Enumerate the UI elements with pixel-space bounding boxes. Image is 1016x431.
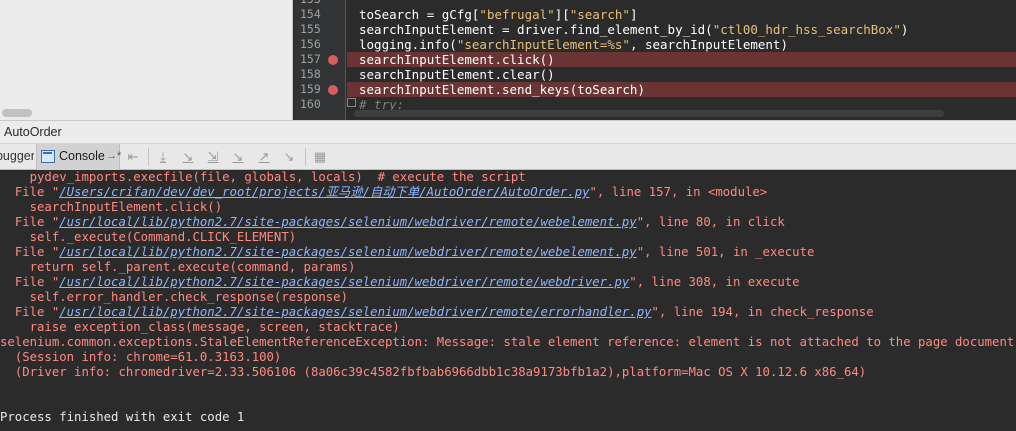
step-into-icon[interactable]: ↘: [179, 148, 197, 166]
process-exit-message: Process finished with exit code 1: [0, 410, 245, 424]
code-line: toSearch = gCfg["befrugal"]["search"]: [359, 7, 638, 22]
step-over-icon[interactable]: ⤓: [154, 148, 172, 166]
console-line: self._execute(Command.CLICK_ELEMENT): [29, 230, 297, 244]
code-line-breakpoint: searchInputElement.click(): [347, 52, 1016, 67]
code-line-breakpoint: searchInputElement.send_keys(toSearch): [347, 82, 1016, 97]
project-panel: [0, 0, 293, 120]
step-out-icon[interactable]: ↗: [255, 148, 273, 166]
line-number: 155: [300, 22, 321, 36]
fold-icon[interactable]: [347, 98, 356, 107]
toolbar-divider: [305, 148, 306, 166]
line-number: 153: [294, 0, 346, 7]
console-line-file: File "/usr/local/lib/python2.7/site-pack…: [14, 275, 800, 289]
code-line: searchInputElement.clear(): [359, 67, 555, 82]
code-area[interactable]: toSearch = gCfg["befrugal"]["search"] se…: [347, 0, 1016, 120]
file-link[interactable]: /usr/local/lib/python2.7/site-packages/s…: [59, 275, 629, 289]
editor-gutter[interactable]: 153 154 155 156 157 158 159 160: [294, 0, 346, 120]
line-number: 159: [294, 82, 346, 97]
force-step-into-icon[interactable]: ↘: [229, 148, 247, 166]
line-number: 160: [300, 97, 321, 111]
console-line: searchInputElement.click(): [29, 200, 223, 214]
console-icon: [41, 150, 55, 163]
code-editor[interactable]: 153 154 155 156 157 158 159 160 toSearch…: [294, 0, 1016, 120]
console-line-file: File "/usr/local/lib/python2.7/site-pack…: [14, 245, 815, 259]
run-to-cursor-icon[interactable]: ↘: [280, 148, 298, 166]
debug-toolbar: Debugger Console →* ⇤ ⤓ ↘ ⇲ ↘ ↗ ↘ ▦: [0, 144, 1016, 170]
console-line-file: File "/Users/crifan/dev/dev_root/project…: [14, 185, 768, 199]
toolbar-divider: [148, 148, 149, 166]
tab-console-label: Console: [59, 149, 105, 163]
console-line: raise exception_class(message, screen, s…: [29, 320, 400, 334]
console-line: (Session info: chrome=61.0.3163.100): [14, 350, 282, 364]
console-line-file: File "/usr/local/lib/python2.7/site-pack…: [14, 215, 785, 229]
console-line: return self._parent.execute(command, par…: [29, 260, 356, 274]
evaluate-expression-icon[interactable]: ▦: [311, 148, 329, 166]
tab-console[interactable]: Console →*: [36, 144, 121, 170]
line-number: 156: [300, 37, 321, 51]
breakpoint-icon[interactable]: [328, 85, 338, 95]
file-link[interactable]: /usr/local/lib/python2.7/site-packages/s…: [59, 305, 651, 319]
file-link[interactable]: /usr/local/lib/python2.7/site-packages/s…: [59, 215, 636, 229]
console-line: pydev_imports.execfile(file, globals, lo…: [29, 170, 526, 184]
step-into-my-code-icon[interactable]: ⇲: [204, 148, 222, 166]
code-line: logging.info("searchInputElement=%s", se…: [359, 37, 788, 52]
tab-debugger[interactable]: Debugger: [0, 144, 34, 170]
breakpoint-icon[interactable]: [328, 55, 338, 65]
exception-message: selenium.common.exceptions.StaleElementR…: [0, 335, 1015, 349]
pin-icon[interactable]: →*: [106, 144, 121, 169]
file-link[interactable]: /Users/crifan/dev/dev_root/projects/亚马逊/…: [59, 185, 589, 199]
console-line: self.error_handler.check_response(respon…: [29, 290, 348, 304]
code-line: searchInputElement = driver.find_element…: [359, 22, 909, 37]
console-line: (Driver info: chromedriver=2.33.506106 (…: [14, 365, 867, 379]
console-line-file: File "/usr/local/lib/python2.7/site-pack…: [14, 305, 874, 319]
editor-scrollbar[interactable]: [354, 110, 944, 117]
file-link[interactable]: /usr/local/lib/python2.7/site-packages/s…: [59, 245, 636, 259]
console-output[interactable]: pydev_imports.execfile(file, globals, lo…: [0, 170, 1016, 431]
line-number: 157: [294, 52, 346, 67]
show-execution-point-icon[interactable]: ⇤: [124, 148, 142, 166]
project-panel-scrollbar[interactable]: [0, 108, 293, 118]
line-number: 158: [300, 67, 321, 81]
tool-window-title: AutoOrder: [0, 120, 1016, 144]
line-number: 154: [300, 7, 321, 21]
